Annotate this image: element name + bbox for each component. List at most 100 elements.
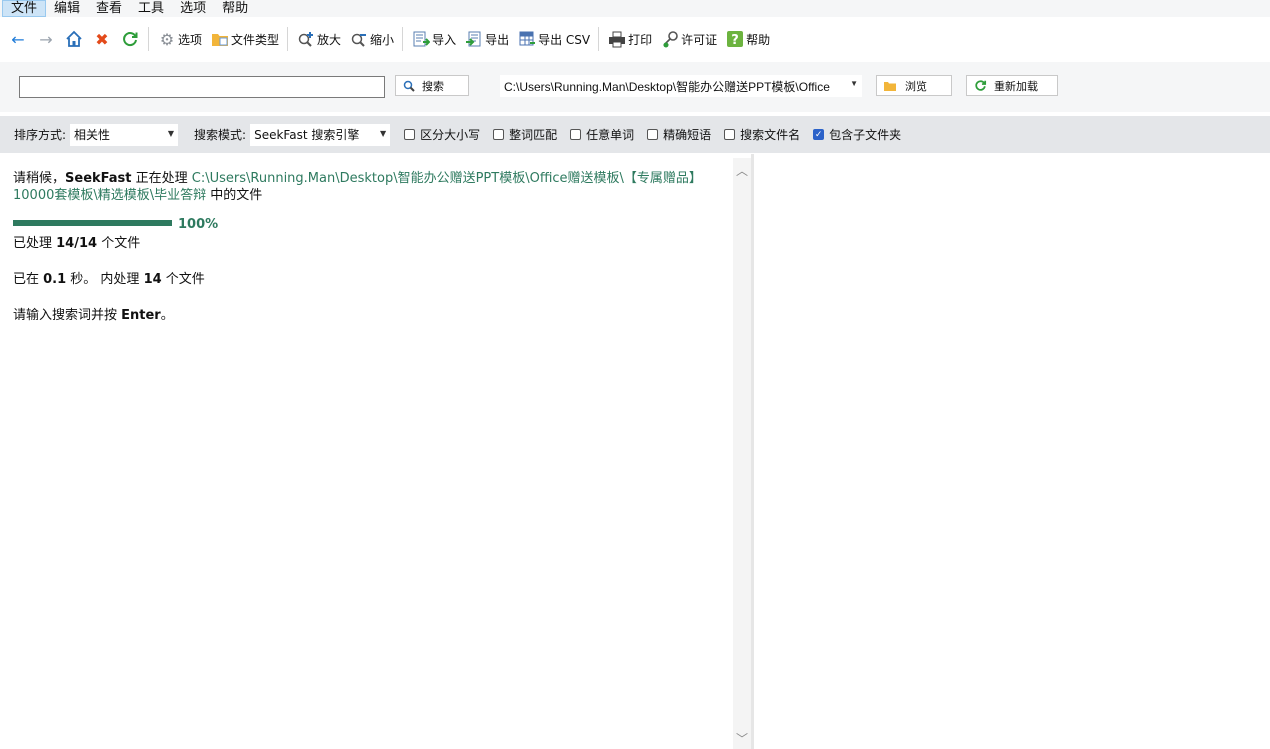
zoom-out-button[interactable]: 缩小	[345, 26, 398, 52]
time-value: 0.1	[43, 272, 67, 287]
checkbox-box	[404, 129, 416, 140]
sort-select[interactable]: 相关性 ▼	[70, 123, 179, 146]
menu-tools[interactable]: 工具	[130, 0, 172, 17]
export-button[interactable]: 导出	[460, 26, 513, 52]
checkbox-label: 任意单词	[586, 128, 635, 142]
hint-key: Enter	[121, 308, 161, 323]
menu-file[interactable]: 文件	[2, 0, 47, 17]
progress-bar	[13, 220, 172, 226]
refresh-button[interactable]	[116, 26, 144, 52]
exact-phrase-checkbox[interactable]: 精确短语	[647, 126, 711, 143]
help-button[interactable]: ? 帮助	[721, 26, 774, 52]
processed-count: 14/14	[56, 236, 98, 251]
import-button[interactable]: 导入	[407, 26, 460, 52]
import-icon	[411, 29, 431, 49]
forward-button[interactable]: →	[32, 26, 60, 52]
checkbox-label: 整词匹配	[509, 128, 558, 142]
hint-prefix: 请输入搜索词并按	[13, 308, 122, 323]
license-label: 许可证	[681, 32, 718, 47]
print-button[interactable]: 打印	[603, 26, 656, 52]
checkbox-box	[724, 129, 736, 140]
app-name: SeekFast	[65, 171, 132, 186]
results-pane: 请稍候，SeekFast 正在处理 C:\Users\Running.Man\D…	[0, 158, 733, 749]
checkbox-label: 精确短语	[663, 128, 712, 142]
search-filename-checkbox[interactable]: 搜索文件名	[724, 126, 800, 143]
menu-edit[interactable]: 编辑	[46, 0, 88, 17]
mode-select-value: SeekFast 搜索引擎	[254, 128, 360, 142]
options-button[interactable]: ⚙ 选项	[153, 26, 206, 52]
include-subfolders-checkbox[interactable]: ✓ 包含子文件夹	[813, 126, 901, 143]
menu-help[interactable]: 帮助	[214, 0, 256, 17]
folder-icon	[881, 80, 899, 92]
arrow-left-icon: ←	[11, 29, 25, 49]
back-button[interactable]: ←	[4, 26, 32, 52]
home-button[interactable]	[60, 26, 88, 52]
toolbar-separator	[148, 27, 149, 51]
export-icon	[464, 29, 484, 49]
browse-button-label: 浏览	[905, 79, 927, 93]
close-icon: ✖	[95, 29, 109, 49]
zoom-in-label: 放大	[317, 32, 342, 47]
time-prefix: 已在	[13, 272, 44, 287]
stop-button[interactable]: ✖	[88, 26, 116, 52]
svg-text:?: ?	[731, 33, 739, 48]
processed-suffix: 个文件	[97, 236, 141, 251]
whole-word-checkbox[interactable]: 整词匹配	[493, 126, 557, 143]
any-word-checkbox[interactable]: 任意单词	[570, 126, 634, 143]
key-icon	[660, 29, 680, 49]
export-csv-button[interactable]: 导出 CSV	[513, 26, 594, 52]
toolbar-separator	[287, 27, 289, 51]
refresh-icon	[120, 29, 140, 49]
path-select[interactable]: C:\Users\Running.Man\Desktop\智能办公赠送PPT模板…	[500, 75, 862, 97]
checkbox-box	[647, 129, 659, 140]
file-types-button[interactable]: 文件类型	[206, 26, 283, 52]
processing-time-line: 已在 0.1 秒。 内处理 14 个文件	[13, 271, 733, 288]
chevron-down-icon: ▼	[850, 79, 858, 88]
export-csv-label: 导出 CSV	[538, 32, 591, 47]
menu-options[interactable]: 选项	[172, 0, 214, 17]
help-label: 帮助	[746, 32, 771, 47]
zoom-in-button[interactable]: 放大	[292, 26, 345, 52]
zoom-in-icon	[296, 29, 316, 49]
browse-button[interactable]: 浏览	[876, 75, 952, 96]
time-suffix: 个文件	[161, 272, 205, 287]
toolbar: ← → ✖ ⚙ 选项 文件类型 放大 缩小 导入 导出 导出 CSV 打印 许可…	[0, 21, 1270, 57]
chevron-down-icon[interactable]: ﹀	[733, 730, 751, 747]
hint-suffix: 。	[160, 308, 174, 323]
time-count: 14	[143, 272, 162, 287]
arrow-right-icon: →	[39, 29, 53, 49]
license-button[interactable]: 许可证	[656, 26, 721, 52]
processed-count-line: 已处理 14/14 个文件	[13, 235, 733, 252]
results-scrollbar[interactable]: ︿ ﹀	[733, 158, 751, 749]
chevron-down-icon: ▼	[167, 128, 175, 138]
reload-button[interactable]: 重新加载	[966, 75, 1058, 96]
case-sensitive-checkbox[interactable]: 区分大小写	[404, 126, 480, 143]
progress-percent: 100%	[178, 217, 219, 232]
toolbar-separator	[598, 27, 600, 51]
search-button[interactable]: 搜索	[395, 75, 469, 96]
chevron-up-icon[interactable]: ︿	[733, 162, 751, 179]
mode-select[interactable]: SeekFast 搜索引擎 ▼	[250, 123, 391, 146]
status-suffix: 中的文件	[206, 188, 263, 203]
progress: 100%	[13, 215, 733, 232]
file-types-label: 文件类型	[231, 32, 280, 47]
preview-pane	[754, 154, 1270, 749]
time-mid: 秒。 内处理	[66, 272, 144, 287]
checkmark-icon: ✓	[813, 129, 825, 140]
gear-icon: ⚙	[159, 29, 175, 49]
status-processing: 正在处理	[131, 171, 192, 186]
options-label: 选项	[178, 32, 203, 47]
import-label: 导入	[432, 32, 457, 47]
search-icon	[400, 80, 418, 92]
folder-icon	[210, 29, 230, 49]
printer-icon	[607, 29, 627, 49]
reload-button-label: 重新加载	[994, 79, 1038, 93]
search-input[interactable]	[19, 76, 385, 98]
search-button-label: 搜索	[422, 79, 444, 93]
status-message: 请稍候，SeekFast 正在处理 C:\Users\Running.Man\D…	[13, 170, 733, 204]
options-row: 排序方式: 相关性 ▼ 搜索模式: SeekFast 搜索引擎 ▼ 区分大小写 …	[0, 116, 1270, 153]
help-icon: ?	[725, 29, 745, 49]
search-row: 搜索 C:\Users\Running.Man\Desktop\智能办公赠送PP…	[0, 62, 1270, 112]
zoom-out-label: 缩小	[370, 32, 395, 47]
menu-view[interactable]: 查看	[88, 0, 130, 17]
